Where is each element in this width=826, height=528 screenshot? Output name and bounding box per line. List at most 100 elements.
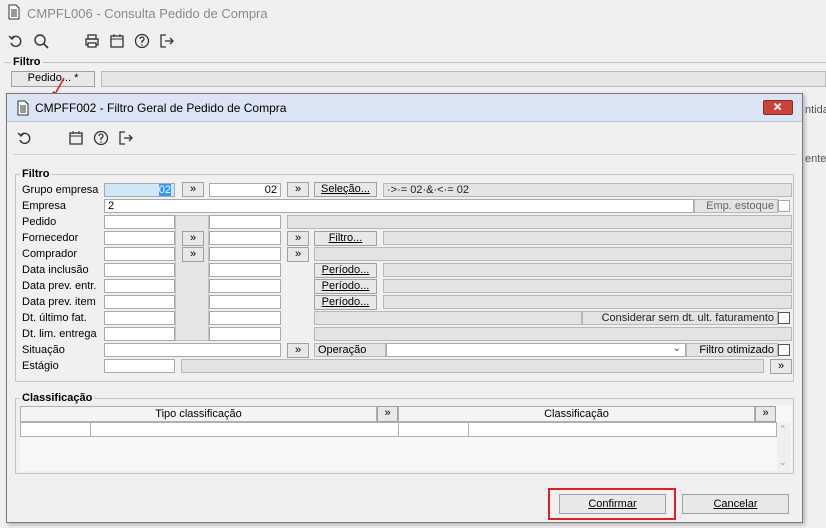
- label-comprador: Comprador: [22, 248, 78, 260]
- data-inclusao-to-input[interactable]: [209, 263, 281, 277]
- dt-lim-entrega-to-input[interactable]: [209, 327, 281, 341]
- label-dt-ultimo-fat: Dt. último fat.: [22, 312, 87, 324]
- filtro-otimizado-label: Filtro otimizado: [686, 343, 778, 357]
- fornecedor-to-input[interactable]: [209, 231, 281, 245]
- pedido-to-input[interactable]: [209, 215, 281, 229]
- background-right-text-1: ntida: [805, 104, 826, 116]
- dt-lim-entrega-from-input[interactable]: [104, 327, 175, 341]
- exit-icon[interactable]: [118, 130, 134, 146]
- print-icon[interactable]: [84, 33, 100, 49]
- close-button[interactable]: [763, 100, 793, 115]
- cancelar-button[interactable]: Cancelar: [682, 494, 789, 514]
- grupo-empresa-to-lookup-button[interactable]: »: [287, 182, 309, 197]
- classificacao-section-title: Classificação: [20, 392, 95, 404]
- document-icon: [15, 100, 31, 116]
- background-toolbar: [0, 27, 826, 55]
- data-prev-item-from-input[interactable]: [104, 295, 175, 309]
- search-icon[interactable]: [33, 33, 49, 49]
- column-header-tipo[interactable]: Tipo classificação: [20, 406, 377, 422]
- dt-ultimo-fat-display: [314, 311, 582, 325]
- label-empresa: Empresa: [22, 200, 67, 212]
- calendar-icon[interactable]: [109, 33, 125, 49]
- estagio-lookup-button[interactable]: »: [770, 359, 792, 374]
- fornecedor-to-lookup-button[interactable]: »: [287, 231, 309, 246]
- operacao-select[interactable]: ⌄: [386, 343, 686, 357]
- grupo-empresa-lookup-button[interactable]: »: [182, 182, 204, 197]
- classificacao-table: Tipo classificação » Classificação » ⌃ ⌄: [20, 406, 792, 471]
- undo-icon[interactable]: [8, 33, 24, 49]
- calendar-icon[interactable]: [68, 130, 84, 146]
- help-icon[interactable]: [134, 33, 150, 49]
- background-right-text-2: ente: [805, 153, 826, 165]
- label-data-inclusao: Data inclusão: [22, 264, 89, 276]
- empresa-input[interactable]: 2: [104, 199, 694, 213]
- filtro-button[interactable]: Filtro...: [314, 231, 377, 246]
- table-cell[interactable]: [398, 422, 469, 437]
- periodo-prev-item-display: [383, 295, 792, 309]
- confirmar-button[interactable]: Confirmar: [559, 494, 666, 514]
- pedido-from-input[interactable]: [104, 215, 175, 229]
- operacao-label: Operação: [314, 343, 386, 357]
- comprador-to-input[interactable]: [209, 247, 281, 261]
- filtro-section-title: Filtro: [20, 168, 52, 180]
- emp-estoque-checkbox[interactable]: [778, 200, 790, 212]
- comprador-to-lookup-button[interactable]: »: [287, 247, 309, 262]
- periodo-prev-item-button[interactable]: Período...: [314, 295, 377, 310]
- chevron-down-icon: ⌄: [672, 343, 681, 354]
- background-window-title: CMPFL006 - Consulta Pedido de Compra: [27, 6, 268, 21]
- table-cell[interactable]: [468, 422, 777, 437]
- periodo-prev-entr-button[interactable]: Período...: [314, 279, 377, 294]
- periodo-inclusao-display: [383, 263, 792, 277]
- background-pedido-field: [101, 71, 826, 87]
- data-prev-item-to-input[interactable]: [209, 295, 281, 309]
- estagio-display: [181, 359, 764, 373]
- toolbar-divider: [13, 154, 796, 155]
- considerar-sem-dt-checkbox[interactable]: [778, 312, 790, 324]
- dt-ultimo-fat-to-input[interactable]: [209, 311, 281, 325]
- column-header-classificacao[interactable]: Classificação: [398, 406, 755, 422]
- label-grupo-empresa: Grupo empresa: [22, 184, 99, 196]
- estagio-input[interactable]: [104, 359, 175, 373]
- data-inclusao-from-input[interactable]: [104, 263, 175, 277]
- comprador-lookup-button[interactable]: »: [182, 247, 204, 262]
- table-cell[interactable]: [20, 422, 91, 437]
- emp-estoque-label: Emp. estoque: [694, 199, 778, 213]
- classificacao-lookup-button[interactable]: »: [755, 406, 776, 422]
- selecao-display: ·>·= 02·&·<·= 02: [383, 183, 792, 197]
- document-icon: [6, 4, 22, 20]
- selecao-button[interactable]: Seleção...: [314, 182, 377, 197]
- periodo-prev-entr-display: [383, 279, 792, 293]
- label-data-prev-entr: Data prev. entr.: [22, 280, 97, 292]
- dt-ultimo-fat-from-input[interactable]: [104, 311, 175, 325]
- grupo-empresa-to-input[interactable]: 02: [209, 183, 281, 197]
- scroll-up-icon[interactable]: ⌃: [779, 424, 787, 435]
- dialog-title-bar: CMPFF002 - Filtro Geral de Pedido de Com…: [7, 94, 802, 122]
- help-icon[interactable]: [93, 130, 109, 146]
- fornecedor-lookup-button[interactable]: »: [182, 231, 204, 246]
- dt-lim-entrega-display: [314, 327, 792, 341]
- scroll-down-icon[interactable]: ⌄: [779, 457, 787, 468]
- grupo-empresa-from-value: 02: [158, 184, 171, 196]
- background-title-bar: CMPFL006 - Consulta Pedido de Compra: [0, 0, 826, 26]
- dialog-title: CMPFF002 - Filtro Geral de Pedido de Com…: [35, 101, 287, 115]
- data-prev-entr-to-input[interactable]: [209, 279, 281, 293]
- situacao-lookup-button[interactable]: »: [287, 343, 309, 358]
- label-pedido: Pedido: [22, 216, 57, 228]
- fornecedor-from-input[interactable]: [104, 231, 175, 245]
- label-estagio: Estágio: [22, 360, 59, 372]
- filtro-otimizado-checkbox[interactable]: [778, 344, 790, 356]
- exit-icon[interactable]: [159, 33, 175, 49]
- situacao-input[interactable]: [104, 343, 281, 357]
- vertical-scrollbar[interactable]: ⌃ ⌄: [777, 422, 791, 471]
- fornecedor-filter-display: [383, 231, 792, 245]
- considerar-sem-dt-label: Considerar sem dt. ult. faturamento: [582, 311, 778, 325]
- table-cell[interactable]: [90, 422, 399, 437]
- tipo-lookup-button[interactable]: »: [377, 406, 398, 422]
- label-data-prev-item: Data prev. item: [22, 296, 96, 308]
- data-prev-entr-from-input[interactable]: [104, 279, 175, 293]
- filter-dialog: CMPFF002 - Filtro Geral de Pedido de Com…: [6, 93, 803, 523]
- comprador-from-input[interactable]: [104, 247, 175, 261]
- grupo-empresa-from-input[interactable]: 02: [104, 183, 175, 197]
- undo-icon[interactable]: [17, 130, 33, 146]
- periodo-inclusao-button[interactable]: Período...: [314, 263, 377, 278]
